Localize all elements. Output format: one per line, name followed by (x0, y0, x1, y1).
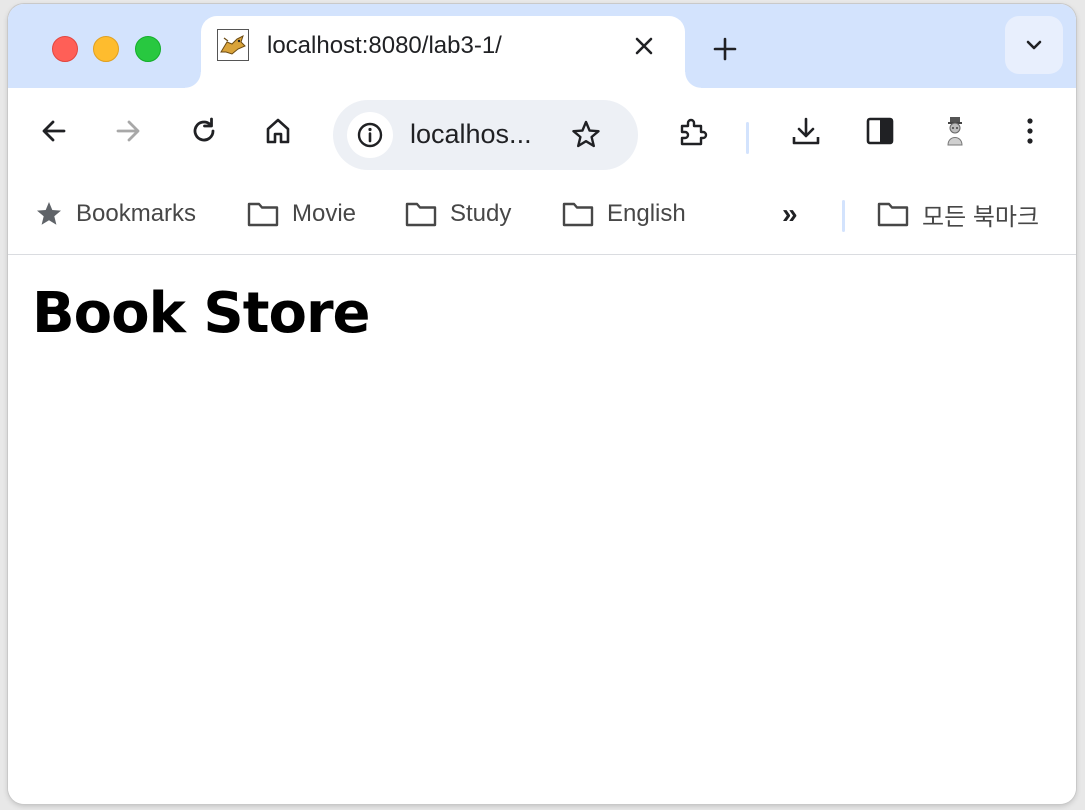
home-icon (266, 118, 290, 144)
folder-icon (562, 202, 594, 227)
zoom-window-button[interactable] (135, 36, 161, 62)
chevron-down-icon (1026, 40, 1042, 50)
download-icon (792, 117, 820, 145)
active-tab[interactable]: localhost:8080/lab3-1/ (185, 16, 701, 88)
tomcat-favicon-icon (217, 29, 249, 61)
extensions-button[interactable] (670, 109, 714, 153)
bookmarks-overflow-button[interactable]: » (782, 198, 798, 230)
reload-icon (193, 117, 215, 142)
profile-button[interactable] (933, 109, 977, 153)
bookmark-label: Movie (292, 200, 357, 227)
bookmark-label: Study (450, 200, 512, 227)
bookmark-folder-movie[interactable]: Movie (246, 198, 356, 230)
bookmark-label: Bookmarks (76, 200, 197, 227)
bookmark-folder-study[interactable]: Study (404, 198, 511, 230)
toolbar-separator (746, 122, 749, 154)
folder-icon (247, 202, 279, 227)
folder-icon (877, 202, 909, 227)
close-window-button[interactable] (52, 36, 78, 62)
back-button[interactable] (32, 109, 76, 153)
folder-icon (405, 202, 437, 227)
new-tab-button[interactable] (710, 34, 740, 64)
tab-close-icon[interactable] (632, 34, 656, 58)
url-text[interactable]: localhos... (410, 119, 532, 150)
tab-title: localhost:8080/lab3-1/ (267, 32, 502, 59)
extensions-icon (680, 118, 708, 146)
chevron-double-right-icon: » (782, 198, 798, 229)
bookmarks-bar: Bookmarks Movie Study English » 모든 북마크 (8, 174, 1076, 255)
minimize-window-button[interactable] (93, 36, 119, 62)
bookmarks-separator (842, 200, 845, 232)
forward-button[interactable] (106, 109, 150, 153)
side-panel-icon (866, 117, 894, 145)
bookmark-item-bookmarks[interactable]: Bookmarks (34, 198, 196, 230)
tab-strip: localhost:8080/lab3-1/ (8, 4, 1076, 88)
star-icon (37, 202, 61, 225)
all-bookmarks-button[interactable]: 모든 북마크 (876, 198, 1040, 231)
bookmark-star-button[interactable] (569, 118, 603, 152)
more-menu-button[interactable] (1008, 109, 1052, 153)
reload-button[interactable] (182, 109, 226, 153)
more-menu-icon (1027, 118, 1033, 144)
page-content: Book Store (8, 255, 1076, 804)
profile-avatar-icon (947, 117, 963, 146)
page-title: Book Store (32, 281, 371, 346)
star-icon (572, 120, 600, 148)
site-info-button[interactable] (347, 112, 393, 158)
bookmark-folder-english[interactable]: English (561, 198, 686, 230)
info-icon (357, 122, 383, 148)
bookmark-label: English (607, 200, 686, 227)
side-panel-button[interactable] (858, 109, 902, 153)
address-bar[interactable]: localhos... (333, 100, 638, 170)
forward-icon (116, 120, 140, 142)
back-icon (42, 120, 66, 142)
tab-search-button[interactable] (1005, 16, 1063, 74)
all-bookmarks-label: 모든 북마크 (922, 203, 1040, 231)
downloads-button[interactable] (783, 109, 827, 153)
browser-window: localhost:8080/lab3-1/ localhos... Bookm… (8, 4, 1076, 804)
home-button[interactable] (256, 109, 300, 153)
toolbar: localhos... (8, 88, 1076, 174)
